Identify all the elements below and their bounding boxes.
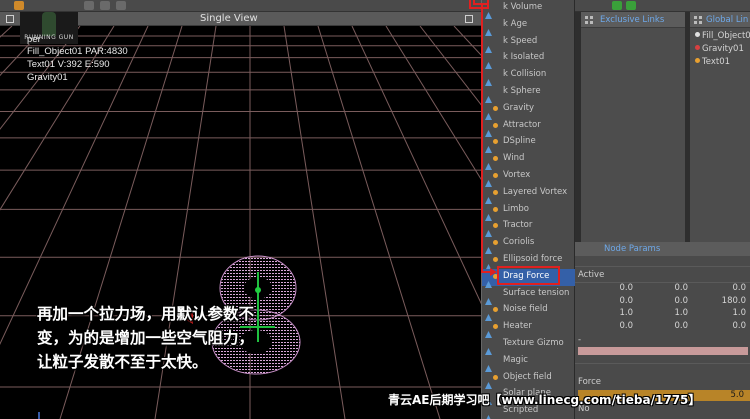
app-window: Single View RUNNING GUN per Fill_Object0…: [0, 0, 750, 419]
watermark-text: 青云AE后期学习吧【www.linecg.com/tieba/1775】: [388, 393, 701, 407]
annotation-arrow: [469, 0, 497, 276]
